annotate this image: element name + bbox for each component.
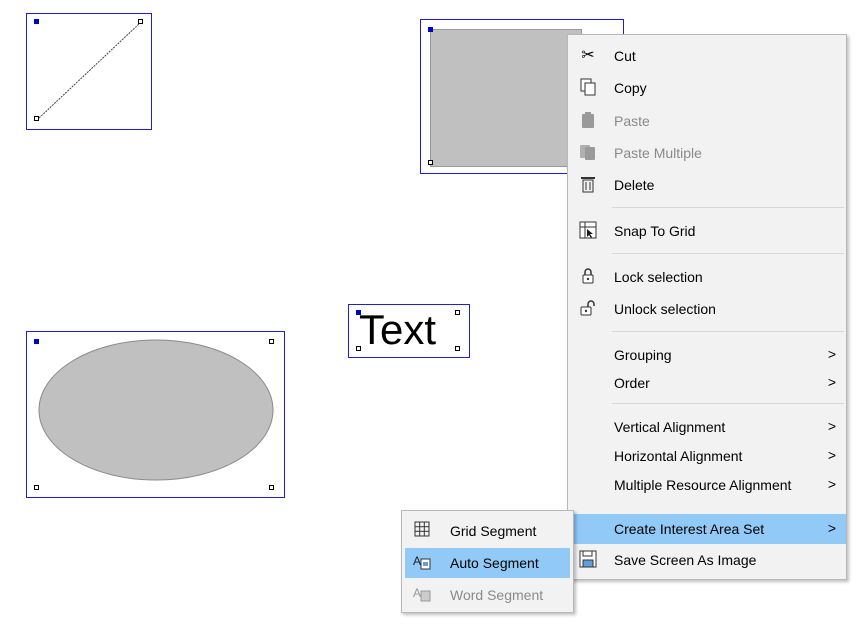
svg-text:A: A bbox=[413, 554, 421, 568]
menu-item-paste[interactable]: Paste bbox=[568, 106, 846, 136]
menu-item-copy[interactable]: Copy bbox=[568, 73, 846, 103]
ellipse-object[interactable] bbox=[26, 331, 285, 498]
chevron-right-icon: > bbox=[827, 374, 836, 390]
menu-item-paste-multiple[interactable]: Paste Multiple bbox=[568, 138, 846, 168]
menu-item-cut[interactable]: ✂ Cut bbox=[568, 41, 846, 71]
chevron-right-icon: > bbox=[827, 346, 836, 362]
menu-item-grouping[interactable]: Grouping > bbox=[568, 340, 846, 370]
resize-handle[interactable] bbox=[428, 160, 433, 165]
resize-handle[interactable] bbox=[356, 346, 361, 351]
menu-separator bbox=[612, 253, 844, 254]
snap-grid-icon bbox=[578, 221, 598, 241]
selection-handle[interactable] bbox=[356, 310, 361, 315]
paste-icon bbox=[578, 111, 598, 131]
ellipse-shape bbox=[38, 339, 274, 481]
text-object-label: Text bbox=[359, 306, 437, 353]
resize-handle[interactable] bbox=[455, 310, 460, 315]
grid-icon bbox=[412, 521, 432, 541]
resize-handle[interactable] bbox=[34, 485, 39, 490]
menu-item-horizontal-alignment[interactable]: Horizontal Alignment > bbox=[568, 441, 846, 471]
auto-segment-icon: A bbox=[412, 553, 432, 573]
chevron-right-icon: > bbox=[827, 418, 836, 434]
scissors-icon: ✂ bbox=[581, 47, 595, 64]
menu-item-create-interest-area-set[interactable]: Create Interest Area Set > bbox=[568, 514, 846, 544]
menu-item-lock-selection[interactable]: Lock selection bbox=[568, 262, 846, 292]
chevron-right-icon: > bbox=[827, 520, 836, 536]
line-object[interactable] bbox=[26, 13, 152, 130]
selection-handle[interactable] bbox=[34, 339, 39, 344]
selection-handle[interactable] bbox=[428, 27, 433, 32]
lock-icon bbox=[578, 267, 598, 287]
paste-multiple-icon bbox=[578, 143, 598, 163]
submenu-item-word-segment[interactable]: A Word Segment bbox=[402, 580, 573, 610]
context-menu: ✂ Cut Copy Paste Paste Multiple Delete S… bbox=[567, 34, 847, 580]
submenu-item-grid-segment[interactable]: Grid Segment bbox=[402, 516, 573, 546]
copy-icon bbox=[578, 78, 598, 98]
interest-area-submenu: Grid Segment A Auto Segment A Word Segme… bbox=[401, 510, 574, 613]
chevron-right-icon: > bbox=[827, 476, 836, 492]
trash-icon bbox=[578, 175, 598, 195]
menu-item-order[interactable]: Order > bbox=[568, 368, 846, 398]
unlock-icon bbox=[578, 299, 598, 319]
word-segment-icon: A bbox=[412, 585, 432, 605]
menu-item-snap-to-grid[interactable]: Snap To Grid bbox=[568, 216, 846, 246]
menu-item-save-screen-as-image[interactable]: Save Screen As Image bbox=[568, 545, 846, 575]
menu-item-delete[interactable]: Delete bbox=[568, 170, 846, 200]
text-object[interactable]: Text bbox=[348, 304, 470, 358]
line-shape bbox=[38, 22, 141, 119]
menu-item-unlock-selection[interactable]: Unlock selection bbox=[568, 294, 846, 324]
resize-handle[interactable] bbox=[269, 339, 274, 344]
save-image-icon bbox=[578, 550, 598, 570]
svg-text:A: A bbox=[413, 586, 421, 600]
menu-item-vertical-alignment[interactable]: Vertical Alignment > bbox=[568, 412, 846, 442]
resize-handle[interactable] bbox=[455, 346, 460, 351]
menu-separator bbox=[612, 331, 844, 332]
chevron-right-icon: > bbox=[827, 447, 836, 463]
rectangle-shape bbox=[430, 29, 582, 167]
resize-handle[interactable] bbox=[269, 485, 274, 490]
menu-item-multiple-resource-alignment[interactable]: Multiple Resource Alignment > bbox=[568, 470, 846, 500]
submenu-item-auto-segment[interactable]: A Auto Segment bbox=[405, 548, 570, 578]
menu-separator bbox=[612, 403, 844, 404]
menu-separator bbox=[612, 207, 844, 208]
